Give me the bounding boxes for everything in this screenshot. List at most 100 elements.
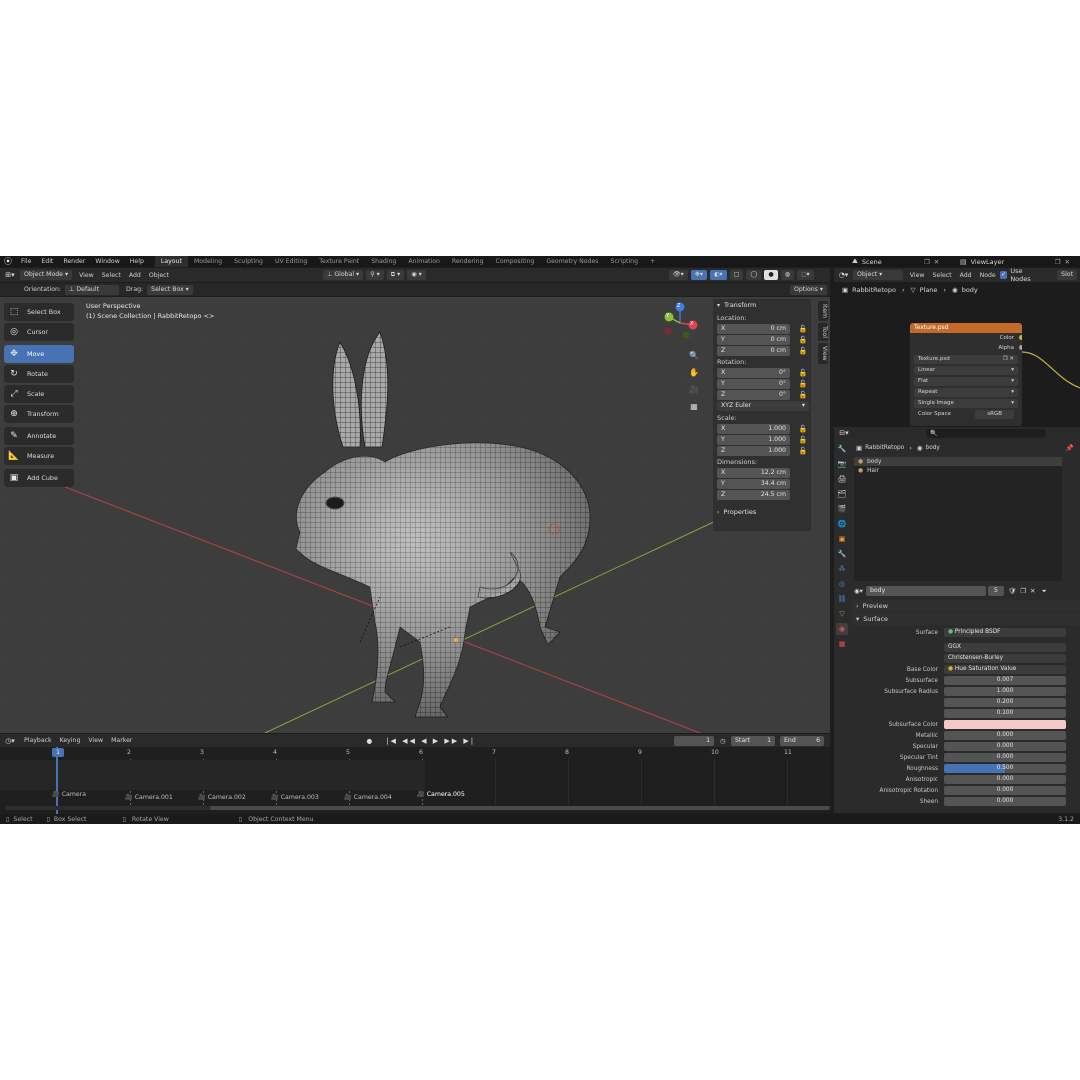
add-workspace-button[interactable]: + bbox=[644, 256, 661, 267]
image-texture-node[interactable]: Texture.psd Color Alpha Texture.psd ❐ ✕ L… bbox=[910, 323, 1022, 426]
start-frame-field[interactable]: Start 1 bbox=[731, 735, 775, 746]
tool-cursor[interactable]: ◎ Cursor bbox=[4, 323, 74, 341]
location-y-field[interactable]: Y 0 cm bbox=[717, 335, 790, 345]
transform-orientation-dropdown[interactable]: ⊥ Global ▾ bbox=[322, 270, 364, 280]
lock-icon[interactable]: 🔓 bbox=[798, 446, 808, 456]
prop-value-field[interactable]: 0.000 bbox=[944, 753, 1066, 762]
distribution-dropdown[interactable]: GGX bbox=[944, 643, 1066, 652]
current-frame-field[interactable]: 1 bbox=[674, 735, 714, 746]
lock-icon[interactable]: 🔓 bbox=[798, 324, 808, 334]
xray-toggle-icon[interactable]: ▢ bbox=[729, 270, 744, 280]
color-space-field[interactable]: Color Space sRGB bbox=[914, 410, 1018, 419]
camera-marker[interactable]: 🎥 Camera.003 bbox=[271, 793, 319, 802]
wireframe-shading-icon[interactable]: ◯ bbox=[746, 270, 762, 280]
lock-icon[interactable]: 🔓 bbox=[798, 424, 808, 434]
tool-props-icon[interactable]: 🔧 bbox=[836, 443, 848, 455]
view-layer-props-icon[interactable]: 🗂 bbox=[836, 488, 848, 500]
data-props-icon[interactable]: ▽ bbox=[836, 608, 848, 620]
drag-dropdown[interactable]: Select Box ▾ bbox=[147, 284, 193, 295]
output-props-icon[interactable]: 🖨 bbox=[836, 473, 848, 485]
material-shading-icon[interactable]: ◍ bbox=[780, 270, 795, 280]
dimensions-x-field[interactable]: X 12.2 cm bbox=[717, 468, 790, 478]
modifier-props-icon[interactable]: 🔧 bbox=[836, 548, 848, 560]
scene-props-icon[interactable]: 🎬 bbox=[836, 503, 848, 515]
options-dropdown[interactable]: Options ▾ bbox=[790, 284, 827, 295]
gizmo-toggle-icon[interactable]: ✥▾ bbox=[690, 270, 708, 280]
timeline-menu-keying[interactable]: Keying bbox=[56, 737, 85, 744]
tab-sculpting[interactable]: Sculpting bbox=[228, 256, 269, 267]
camera-view-icon[interactable]: 🎥 bbox=[687, 382, 701, 396]
scale-x-field[interactable]: X 1.000 bbox=[717, 424, 790, 434]
timeline-menu-marker[interactable]: Marker bbox=[107, 737, 136, 744]
rotation-y-field[interactable]: Y 0° bbox=[717, 379, 790, 389]
navigation-gizmo[interactable]: Z X Y bbox=[660, 301, 700, 341]
tool-measure[interactable]: 📐 Measure bbox=[4, 447, 74, 465]
tab-shading[interactable]: Shading bbox=[365, 256, 402, 267]
scene-delete-icon[interactable]: ✕ bbox=[934, 258, 939, 266]
color-socket[interactable] bbox=[1019, 335, 1022, 340]
prop-value-field[interactable]: 0.000 bbox=[944, 797, 1066, 806]
tool-annotate[interactable]: ✎ Annotate bbox=[4, 427, 74, 445]
shader-node-editor[interactable]: ◔▾ Object ▾ View Select Add Node ✓ Use Node… bbox=[834, 267, 1080, 426]
rotation-x-field[interactable]: X 0° bbox=[717, 368, 790, 378]
lock-icon[interactable]: 🔓 bbox=[798, 390, 808, 400]
tab-modeling[interactable]: Modeling bbox=[188, 256, 228, 267]
prop-value-field[interactable]: 0.000 bbox=[944, 742, 1066, 751]
lock-icon[interactable]: 🔓 bbox=[798, 368, 808, 378]
particles-props-icon[interactable]: ⁂ bbox=[836, 563, 848, 575]
prop-value-field[interactable]: 0.007 bbox=[944, 676, 1066, 685]
camera-marker[interactable]: 🎥 Camera bbox=[52, 790, 86, 799]
surface-panel-header[interactable]: ▾ Surface bbox=[852, 613, 1080, 625]
camera-marker[interactable]: 🎥 Camera.001 bbox=[125, 793, 173, 802]
proportional-edit-toggle[interactable]: ◉ ▾ bbox=[407, 270, 426, 280]
timeline-menu-view[interactable]: View bbox=[84, 737, 107, 744]
viewport-menu-select[interactable]: Select bbox=[98, 272, 125, 279]
preview-range-icon[interactable]: ◷ bbox=[720, 737, 726, 745]
tab-rendering[interactable]: Rendering bbox=[446, 256, 490, 267]
timeline-editor-icon[interactable]: ◷▾ bbox=[0, 737, 20, 745]
material-users-field[interactable]: 5 bbox=[987, 586, 1004, 596]
pin-icon[interactable]: 📌 bbox=[1066, 444, 1074, 452]
sidebar-tab-item[interactable]: Item bbox=[818, 301, 828, 322]
material-slots-list[interactable]: ● body ● Hair bbox=[854, 457, 1062, 581]
dimensions-y-field[interactable]: Y 34.4 cm bbox=[717, 479, 790, 489]
transform-panel-header[interactable]: ▾ Transform bbox=[713, 299, 811, 311]
tool-add-cube[interactable]: ▣ Add Cube bbox=[4, 469, 74, 487]
physics-props-icon[interactable]: ◎ bbox=[836, 578, 848, 590]
scale-z-field[interactable]: Z 1.000 bbox=[717, 446, 790, 456]
camera-marker[interactable]: 🎥 Camera.005 bbox=[417, 790, 465, 799]
node-linear-dropdown[interactable]: Linear ▾ bbox=[914, 366, 1018, 375]
tool-scale[interactable]: ⤢ Scale bbox=[4, 385, 74, 403]
frame-ruler[interactable]: 2 3 4 5 6 7 8 9 10 11 bbox=[0, 748, 830, 805]
scene-selector[interactable]: ⛰ Scene ❐ ✕ bbox=[852, 256, 939, 267]
subsurface-method-dropdown[interactable]: Christensen-Burley bbox=[944, 654, 1066, 663]
alpha-socket[interactable] bbox=[1019, 345, 1022, 350]
material-name-field[interactable]: body bbox=[865, 586, 986, 596]
tab-animation[interactable]: Animation bbox=[402, 256, 446, 267]
menu-help[interactable]: Help bbox=[125, 256, 149, 267]
unlink-material-icon[interactable]: ✕ bbox=[1030, 587, 1035, 595]
zoom-icon[interactable]: 🔍 bbox=[687, 348, 701, 362]
solid-shading-icon[interactable]: ● bbox=[764, 270, 778, 280]
preview-panel-header[interactable]: › Preview bbox=[852, 600, 1080, 612]
3d-viewport[interactable]: User Perspective (1) Scene Collection | … bbox=[0, 297, 830, 733]
prop-value-field[interactable] bbox=[944, 720, 1066, 729]
timeline-menu-playback[interactable]: Playback bbox=[20, 737, 56, 744]
tab-uv-editing[interactable]: UV Editing bbox=[269, 256, 313, 267]
playback-controls[interactable]: |◀ ◀◀ ◀ ▶ ▶▶ ▶| bbox=[386, 737, 475, 745]
visibility-icon[interactable]: 👁▾ bbox=[668, 270, 688, 280]
node-flat-dropdown[interactable]: Flat ▾ bbox=[914, 377, 1018, 386]
prop-value-field[interactable]: 0.000 bbox=[944, 775, 1066, 784]
scale-y-field[interactable]: Y 1.000 bbox=[717, 435, 790, 445]
location-z-field[interactable]: Z 0 cm bbox=[717, 346, 790, 356]
end-frame-field[interactable]: End 6 bbox=[780, 735, 824, 746]
properties-editor-icon[interactable]: ⊟▾ bbox=[834, 429, 854, 437]
snap-toggle[interactable]: ⧉ ▾ bbox=[386, 270, 405, 280]
orientation-dropdown[interactable]: ⊥ Default bbox=[65, 284, 120, 295]
prop-value-field[interactable]: 1.000 bbox=[944, 687, 1066, 696]
lock-icon[interactable]: 🔓 bbox=[798, 346, 808, 356]
base-color-link-field[interactable]: ● Hue Saturation Value bbox=[944, 665, 1066, 674]
menu-render[interactable]: Render bbox=[58, 256, 90, 267]
duplicate-material-icon[interactable]: ❐ bbox=[1020, 587, 1026, 595]
rotation-mode-dropdown[interactable]: XYZ Euler ▾ bbox=[717, 401, 809, 411]
